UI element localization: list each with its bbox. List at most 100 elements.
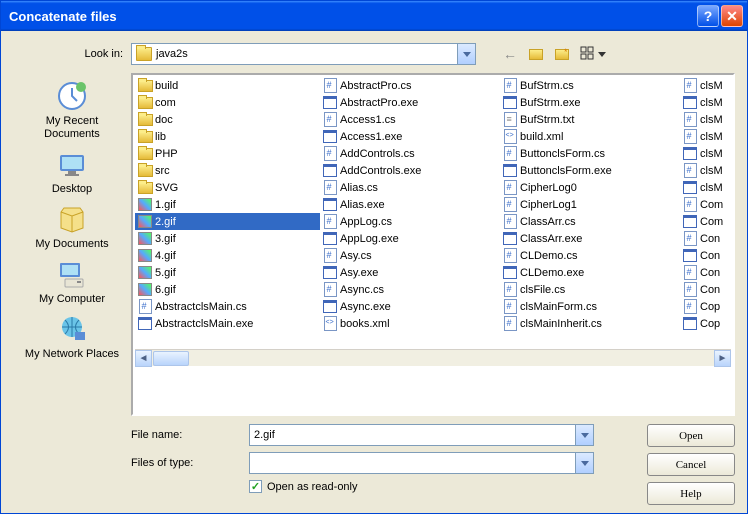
list-item[interactable]: AppLog.exe [320,230,500,247]
list-item[interactable]: books.xml [320,315,500,332]
list-item[interactable]: clsM [680,128,728,145]
list-item[interactable]: Access1.exe [320,128,500,145]
list-item[interactable]: Access1.cs [320,111,500,128]
new-folder-button[interactable] [552,44,572,64]
item-label: CLDemo.cs [520,250,577,262]
filename-label: File name: [131,429,249,441]
list-item[interactable]: BufStrm.cs [500,77,680,94]
views-button[interactable] [578,44,606,64]
item-label: AbstractclsMain.cs [155,301,247,313]
item-label: AppLog.exe [340,233,399,245]
list-item[interactable]: Con [680,281,728,298]
list-item[interactable]: clsM [680,162,728,179]
item-label: AbstractclsMain.exe [155,318,253,330]
list-item[interactable]: Asy.cs [320,247,500,264]
list-item[interactable]: Alias.exe [320,196,500,213]
list-item[interactable]: 1.gif [135,196,320,213]
list-item[interactable]: Asy.exe [320,264,500,281]
list-item[interactable]: doc [135,111,320,128]
list-item[interactable]: AddControls.cs [320,145,500,162]
list-item[interactable]: Alias.cs [320,179,500,196]
list-item[interactable]: ClassArr.cs [500,213,680,230]
list-item[interactable]: Con [680,264,728,281]
cs-icon [322,78,338,94]
list-item[interactable]: build [135,77,320,94]
list-item[interactable]: clsFile.cs [500,281,680,298]
list-item[interactable]: ClassArr.exe [500,230,680,247]
list-item[interactable]: AbstractPro.exe [320,94,500,111]
filename-combo[interactable]: 2.gif [249,424,594,446]
list-item[interactable]: AbstractPro.cs [320,77,500,94]
item-label: clsM [700,148,723,160]
place-recent[interactable]: My Recent Documents [22,79,122,141]
scroll-left-button[interactable]: ◄ [135,350,152,367]
list-item[interactable]: clsM [680,179,728,196]
place-mydocs[interactable]: My Documents [22,202,122,251]
list-item[interactable]: SVG [135,179,320,196]
list-item[interactable]: CipherLog0 [500,179,680,196]
list-item[interactable]: com [135,94,320,111]
titlebar-close-button[interactable]: ✕ [721,5,743,27]
list-item[interactable]: AddControls.exe [320,162,500,179]
open-button[interactable]: Open [647,424,735,447]
help-button[interactable]: Help [647,482,735,505]
list-item[interactable]: BufStrm.txt [500,111,680,128]
chevron-down-icon[interactable] [575,425,593,445]
file-list[interactable]: buildcomdoclibPHPsrcSVG1.gif2.gif3.gif4.… [131,73,735,416]
list-item[interactable]: AppLog.cs [320,213,500,230]
list-item[interactable]: ButtonclsForm.exe [500,162,680,179]
chevron-down-icon[interactable] [457,44,475,64]
list-item[interactable]: Com [680,196,728,213]
back-button[interactable]: ← [500,44,520,64]
up-one-level-button[interactable] [526,44,546,64]
recent-icon [55,79,89,113]
list-item[interactable]: Con [680,230,728,247]
list-item[interactable]: ButtonclsForm.cs [500,145,680,162]
lookin-combo[interactable]: java2s [131,43,476,65]
readonly-checkbox[interactable]: ✓ [249,480,262,493]
filetype-combo[interactable] [249,452,594,474]
list-item[interactable]: 5.gif [135,264,320,281]
list-item[interactable]: 2.gif [135,213,320,230]
titlebar-help-button[interactable]: ? [697,5,719,27]
list-item[interactable]: AbstractclsMain.exe [135,315,320,332]
list-item[interactable]: clsMainInherit.cs [500,315,680,332]
item-label: AddControls.cs [340,148,415,160]
list-item[interactable]: clsMainForm.cs [500,298,680,315]
list-item[interactable]: 3.gif [135,230,320,247]
list-item[interactable]: Cop [680,315,728,332]
list-item[interactable]: CLDemo.cs [500,247,680,264]
list-item[interactable]: clsM [680,111,728,128]
list-item[interactable]: CLDemo.exe [500,264,680,281]
place-desktop[interactable]: Desktop [22,147,122,196]
list-item[interactable]: Com [680,213,728,230]
dialog-window: Concatenate files ? ✕ Look in: java2s ← [0,0,748,514]
list-item[interactable]: Cop [680,298,728,315]
list-item[interactable]: CipherLog1 [500,196,680,213]
scroll-thumb[interactable] [153,351,189,366]
list-item[interactable]: lib [135,128,320,145]
scroll-right-button[interactable]: ► [714,350,731,367]
list-item[interactable]: PHP [135,145,320,162]
item-label: 6.gif [155,284,176,296]
cancel-button[interactable]: Cancel [647,453,735,476]
list-item[interactable]: clsM [680,145,728,162]
titlebar[interactable]: Concatenate files ? ✕ [1,1,747,31]
horizontal-scrollbar[interactable]: ◄ ► [135,349,731,366]
place-network[interactable]: My Network Places [22,312,122,361]
list-item[interactable]: 6.gif [135,281,320,298]
list-item[interactable]: Async.cs [320,281,500,298]
list-item[interactable]: clsM [680,94,728,111]
list-item[interactable]: src [135,162,320,179]
list-item[interactable]: Con [680,247,728,264]
list-item[interactable]: Async.exe [320,298,500,315]
list-item[interactable]: clsM [680,77,728,94]
chevron-down-icon[interactable] [575,453,593,473]
list-item[interactable]: 4.gif [135,247,320,264]
item-label: BufStrm.exe [520,97,581,109]
cs-icon [682,129,698,145]
place-mycomputer[interactable]: My Computer [22,257,122,306]
list-item[interactable]: build.xml [500,128,680,145]
list-item[interactable]: AbstractclsMain.cs [135,298,320,315]
list-item[interactable]: BufStrm.exe [500,94,680,111]
